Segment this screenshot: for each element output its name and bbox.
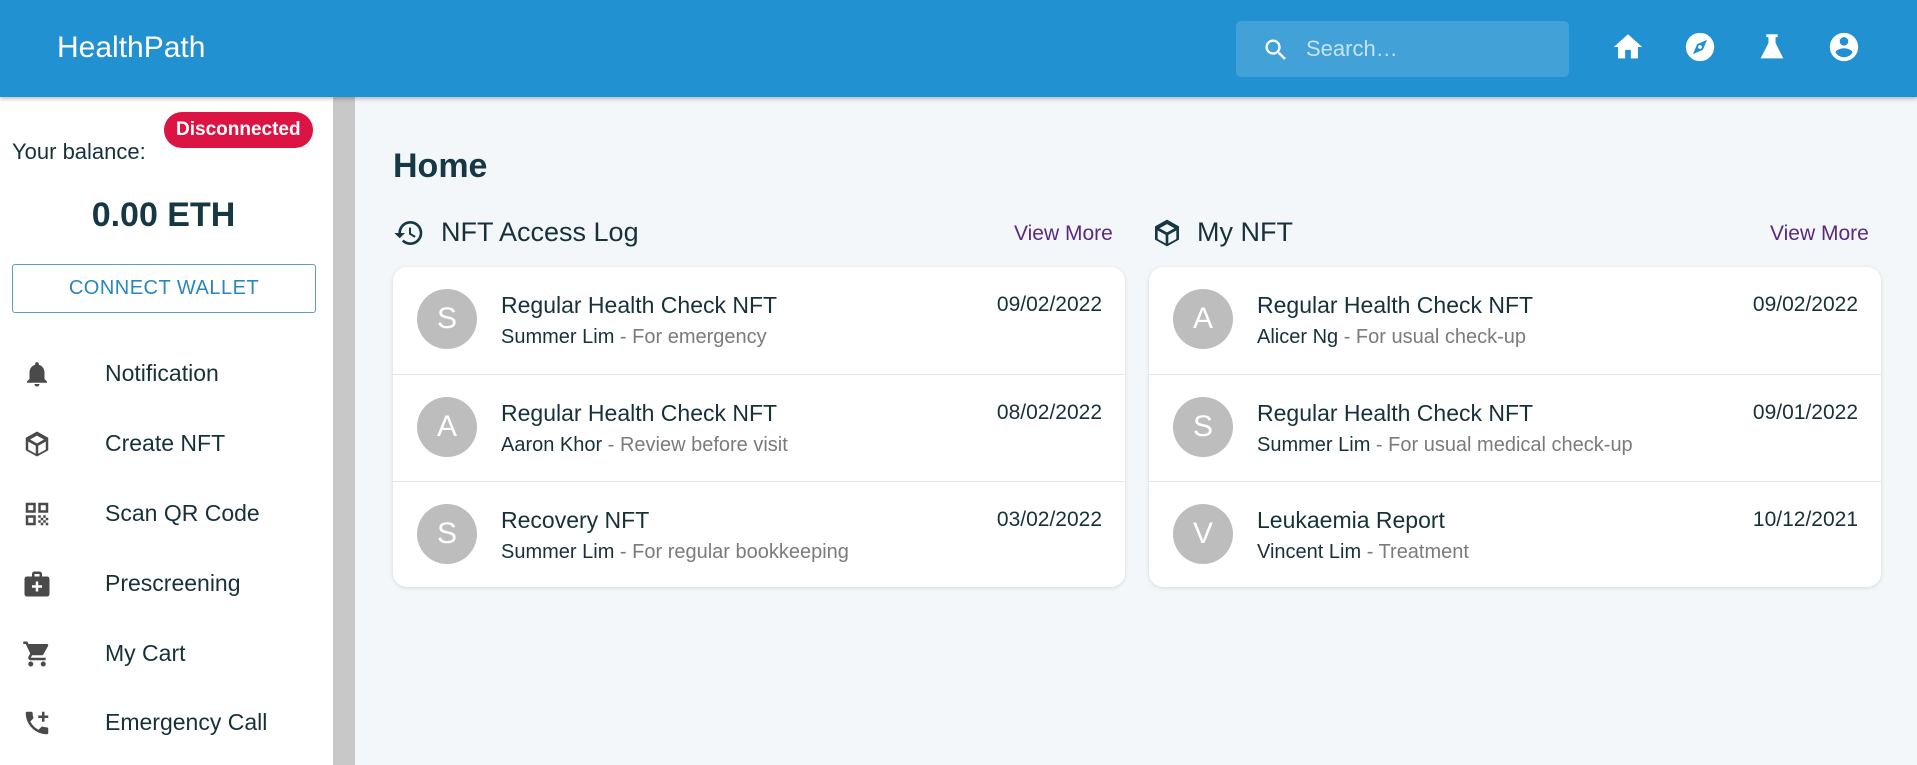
access-log-card: S Regular Health Check NFT Summer Lim - … [393,267,1125,587]
avatar: S [417,289,477,349]
item-person: Summer Lim [501,326,615,348]
list-item[interactable]: A Regular Health Check NFT Aaron Khor - … [393,374,1125,481]
sidebar-item-label: Create NFT [105,430,226,456]
sidebar-item-label: Notification [105,360,219,386]
my-nft-card: A Regular Health Check NFT Alicer Ng - F… [1149,267,1881,587]
item-subtitle: Summer Lim - For emergency [501,326,767,349]
item-reason: - For emergency [614,326,767,348]
home-icon [1613,34,1643,59]
item-date: 10/12/2021 [1752,508,1858,531]
item-title: Regular Health Check NFT [1257,292,1534,318]
item-subtitle: Summer Lim - For usual medical check-up [1257,434,1633,457]
bell-icon [27,362,47,387]
item-subtitle: Vincent Lim - Treatment [1257,541,1469,564]
sidebar-item-create-nft[interactable]: Create NFT [0,414,333,474]
balance-value: 0.00 ETH [91,196,236,234]
cube-icon [1155,219,1179,247]
cart-icon [23,641,49,667]
sidebar-item-scan-qr[interactable]: Scan QR Code [0,484,333,544]
avatar: S [417,504,477,564]
item-title: Recovery NFT [501,507,650,533]
item-person: Summer Lim [1257,434,1371,456]
item-person: Summer Lim [501,541,615,563]
list-item[interactable]: A Regular Health Check NFT Alicer Ng - F… [1149,267,1881,374]
account-circle-icon [1829,32,1859,62]
my-nft-title: My NFT [1197,217,1293,247]
sidebar-scrollbar[interactable] [333,97,355,765]
avatar: V [1173,504,1233,564]
avatar: S [1173,397,1233,457]
item-title: Leukaemia Report [1257,507,1445,533]
app-bar: HealthPath [0,0,1917,97]
item-title: Regular Health Check NFT [1257,400,1534,426]
my-nft-view-more-link[interactable]: View More [1770,222,1869,246]
list-item[interactable]: V Leukaemia Report Vincent Lim - Treatme… [1149,481,1881,587]
item-reason: - For usual medical check-up [1370,434,1633,456]
list-item[interactable]: S Regular Health Check NFT Summer Lim - … [393,267,1125,374]
sidebar-item-label: My Cart [105,640,186,666]
sidebar-item-emergency-call[interactable]: Emergency Call [0,693,333,753]
item-subtitle: Summer Lim - For regular bookkeeping [501,541,849,564]
access-log-view-more-link[interactable]: View More [1014,222,1113,246]
sidebar-item-notification[interactable]: Notification [0,344,333,404]
item-subtitle: Aaron Khor - Review before visit [501,434,788,457]
list-item[interactable]: S Recovery NFT Summer Lim - For regular … [393,481,1125,587]
qr-code-icon [25,502,49,526]
balance-label: Your balance: [12,139,146,164]
item-person: Aaron Khor [501,434,603,456]
item-title: Regular Health Check NFT [501,400,778,426]
item-reason: - For regular bookkeeping [614,541,849,563]
phone-plus-icon [25,711,49,735]
item-date: 09/01/2022 [1752,401,1858,424]
lab-button[interactable] [1755,30,1789,64]
item-reason: - For usual check-up [1338,326,1526,348]
item-subtitle: Alicer Ng - For usual check-up [1257,326,1526,349]
history-icon [394,221,423,246]
item-reason: - Treatment [1361,541,1469,563]
list-item[interactable]: S Regular Health Check NFT Summer Lim - … [1149,374,1881,481]
page-title: Home [393,147,488,185]
search-box[interactable] [1236,21,1569,77]
app-title[interactable]: HealthPath [57,31,205,65]
item-person: Alicer Ng [1257,326,1339,348]
avatar: A [1173,289,1233,349]
item-title: Regular Health Check NFT [501,292,778,318]
flask-icon [1760,34,1784,59]
cube-icon [25,431,49,457]
item-date: 03/02/2022 [996,508,1102,531]
explore-button[interactable] [1683,30,1717,64]
access-log-title: NFT Access Log [441,217,639,247]
medical-bag-icon [24,571,50,597]
connect-wallet-button[interactable]: CONNECT WALLET [12,264,316,313]
sidebar-item-label: Prescreening [105,570,241,596]
sidebar-item-label: Scan QR Code [105,500,260,526]
search-input[interactable] [1306,21,1556,77]
search-icon [1265,39,1286,60]
avatar: A [417,397,477,457]
item-person: Vincent Lim [1257,541,1362,563]
item-date: 08/02/2022 [996,401,1102,424]
compass-icon [1685,32,1715,62]
wallet-status-badge: Disconnected [164,112,313,148]
sidebar-item-label: Emergency Call [105,709,268,735]
sidebar-item-my-cart[interactable]: My Cart [0,624,333,684]
item-reason: - Review before visit [602,434,788,456]
item-date: 09/02/2022 [1752,293,1858,316]
home-button[interactable] [1611,30,1645,64]
sidebar-item-prescreening[interactable]: Prescreening [0,554,333,614]
item-date: 09/02/2022 [996,293,1102,316]
account-button[interactable] [1827,30,1861,64]
